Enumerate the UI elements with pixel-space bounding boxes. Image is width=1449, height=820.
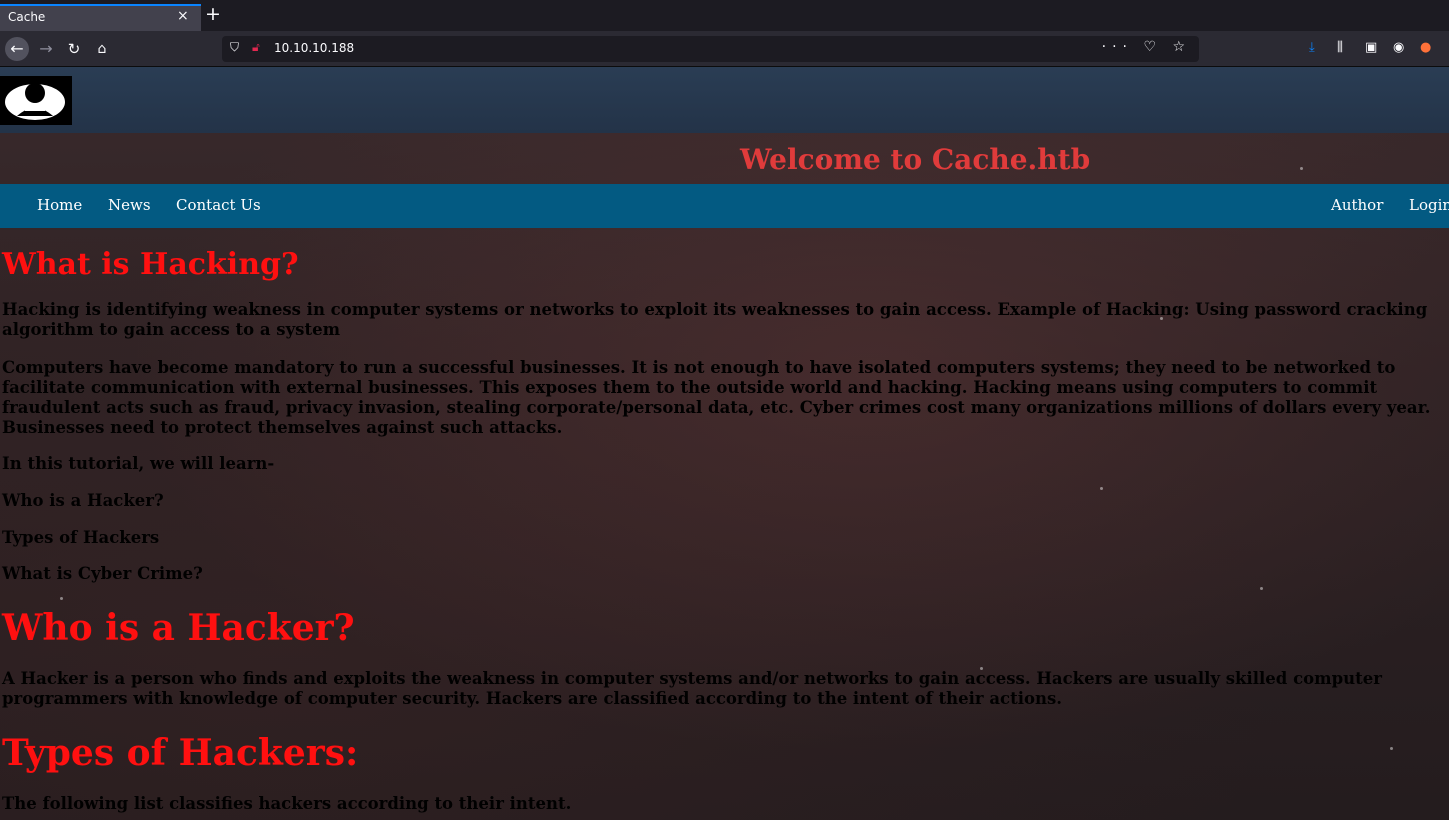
web-page: Welcome to Cache.htb Home News Contact U… [0,67,1449,820]
list-item: Who is a Hacker? [2,491,164,510]
new-tab-button[interactable]: + [205,3,221,25]
reload-icon[interactable]: ↻ [62,37,86,61]
extension-icon[interactable]: ● [1420,40,1431,55]
close-tab-icon[interactable]: × [177,8,189,24]
insecure-lock-icon[interactable]: 🔓︎ [252,40,260,55]
welcome-title: Welcome to Cache.htb [740,143,1091,176]
back-arrow-icon[interactable]: ← [5,37,29,61]
browser-tab[interactable]: Cache × [0,4,201,31]
library-icon[interactable]: ⫼ [1337,40,1343,55]
nav-login-link[interactable]: Login [1409,196,1449,214]
paragraph-classification: The following list classifies hackers ac… [2,794,572,813]
sidebar-icon[interactable]: ▣ [1365,40,1377,55]
download-icon[interactable]: ⤓ [1309,40,1315,55]
list-item: Types of Hackers [2,528,160,547]
paragraph-hacking-definition: Hacking is identifying weakness in compu… [2,300,1428,339]
account-icon[interactable]: ◉ [1393,40,1404,55]
shield-icon[interactable]: ⛉ [230,40,239,55]
header-band [0,67,1449,133]
url-text[interactable]: 10.10.10.188 [274,41,354,55]
site-logo[interactable] [0,76,72,125]
browser-nav-bar: ← → ↻ ⌂ ⛉ 🔓︎ 10.10.10.188 ··· ♡ ☆ ⤓ ⫼ ▣ … [0,31,1449,67]
heading-types-of-hackers: Types of Hackers: [2,732,359,774]
hacker-logo-icon [5,83,65,120]
site-menu-bar: Home News Contact Us Author Login [0,184,1449,228]
nav-news-link[interactable]: News [108,196,151,214]
paragraph-tutorial-intro: In this tutorial, we will learn- [2,454,275,473]
nav-author-link[interactable]: Author [1331,196,1383,214]
paragraph-hacker-definition: A Hacker is a person who finds and explo… [2,669,1382,708]
tab-title: Cache [8,10,46,24]
forward-arrow-icon[interactable]: → [34,37,58,61]
paragraph-computers: Computers have become mandatory to run a… [2,358,1431,437]
list-item: What is Cyber Crime? [2,564,203,583]
home-icon[interactable]: ⌂ [90,37,114,61]
browser-tab-bar: Cache × + [0,0,1449,31]
address-bar[interactable]: ⛉ 🔓︎ 10.10.10.188 ··· ♡ ☆ [222,36,1199,62]
heading-what-is-hacking: What is Hacking? [2,247,299,282]
nav-home-link[interactable]: Home [37,196,82,214]
nav-contact-link[interactable]: Contact Us [176,196,261,214]
page-actions-icons[interactable]: ··· ♡ ☆ [1102,39,1191,55]
heading-who-is-hacker: Who is a Hacker? [2,607,355,649]
